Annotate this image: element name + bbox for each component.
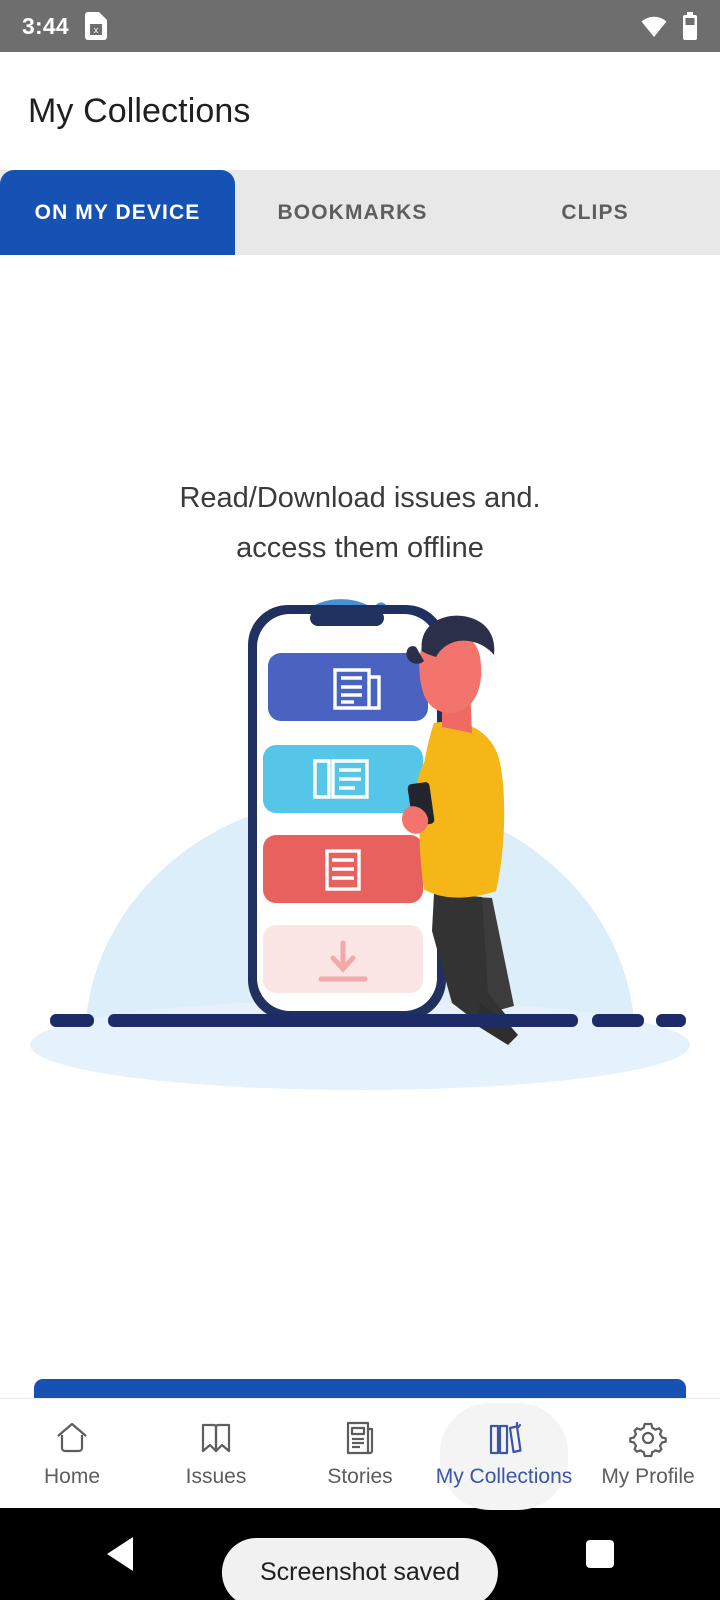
tab-clips[interactable]: CLIPS	[470, 170, 720, 255]
tab-bar: ON MY DEVICE BOOKMARKS CLIPS	[0, 170, 720, 255]
bottom-navigation-bar: Home Issues Stories My Collections My Pr…	[0, 1398, 720, 1510]
books-shelf-icon	[484, 1418, 524, 1458]
offline-reading-illustration	[10, 595, 710, 1160]
tab-bookmarks-label: BOOKMARKS	[277, 200, 428, 224]
sim-card-alert-icon: x	[84, 12, 107, 40]
nav-item-my-profile[interactable]: My Profile	[576, 1399, 720, 1508]
nav-item-stories-label: Stories	[327, 1465, 393, 1488]
wifi-icon	[640, 14, 668, 38]
nav-item-issues[interactable]: Issues	[144, 1399, 288, 1508]
open-book-icon	[196, 1418, 236, 1458]
tab-on-my-device[interactable]: ON MY DEVICE	[0, 170, 235, 255]
nav-item-stories[interactable]: Stories	[288, 1399, 432, 1508]
nav-item-my-profile-label: My Profile	[601, 1465, 695, 1488]
app-bar: My Collections	[0, 52, 720, 170]
empty-state-line-1: Read/Download issues and.	[179, 482, 541, 514]
status-bar-right	[640, 12, 698, 40]
nav-item-issues-label: Issues	[185, 1465, 247, 1488]
nav-item-my-collections-label: My Collections	[435, 1465, 573, 1488]
status-bar: 3:44 x	[0, 0, 720, 52]
home-icon	[52, 1418, 92, 1458]
article-icon	[340, 1418, 380, 1458]
back-triangle-icon	[107, 1537, 133, 1571]
gear-icon	[628, 1418, 668, 1458]
svg-text:x: x	[94, 25, 99, 35]
screenshot-saved-toast: Screenshot saved	[221, 1538, 499, 1600]
page-title: My Collections	[28, 91, 251, 130]
recents-square-icon	[586, 1540, 614, 1568]
tab-clips-label: CLIPS	[561, 200, 629, 224]
system-back-button[interactable]	[50, 1508, 190, 1600]
battery-icon	[682, 12, 698, 40]
empty-state-text: Read/Download issues and. access them of…	[179, 473, 540, 573]
status-bar-clock: 3:44	[22, 12, 69, 39]
tab-bookmarks[interactable]: BOOKMARKS	[235, 170, 470, 255]
empty-state-line-2: access them offline	[236, 532, 484, 564]
nav-item-my-collections[interactable]: My Collections	[432, 1399, 576, 1510]
status-bar-left: 3:44 x	[22, 12, 107, 40]
empty-state-content: Read/Download issues and. access them of…	[0, 255, 720, 1600]
tab-on-my-device-label: ON MY DEVICE	[34, 200, 201, 224]
app-screen: 3:44 x My Collections ON MY DEVICE BOOKM…	[0, 0, 720, 1600]
system-recents-button[interactable]	[530, 1508, 670, 1600]
nav-item-home-label: Home	[43, 1465, 101, 1488]
nav-item-home[interactable]: Home	[0, 1399, 144, 1508]
